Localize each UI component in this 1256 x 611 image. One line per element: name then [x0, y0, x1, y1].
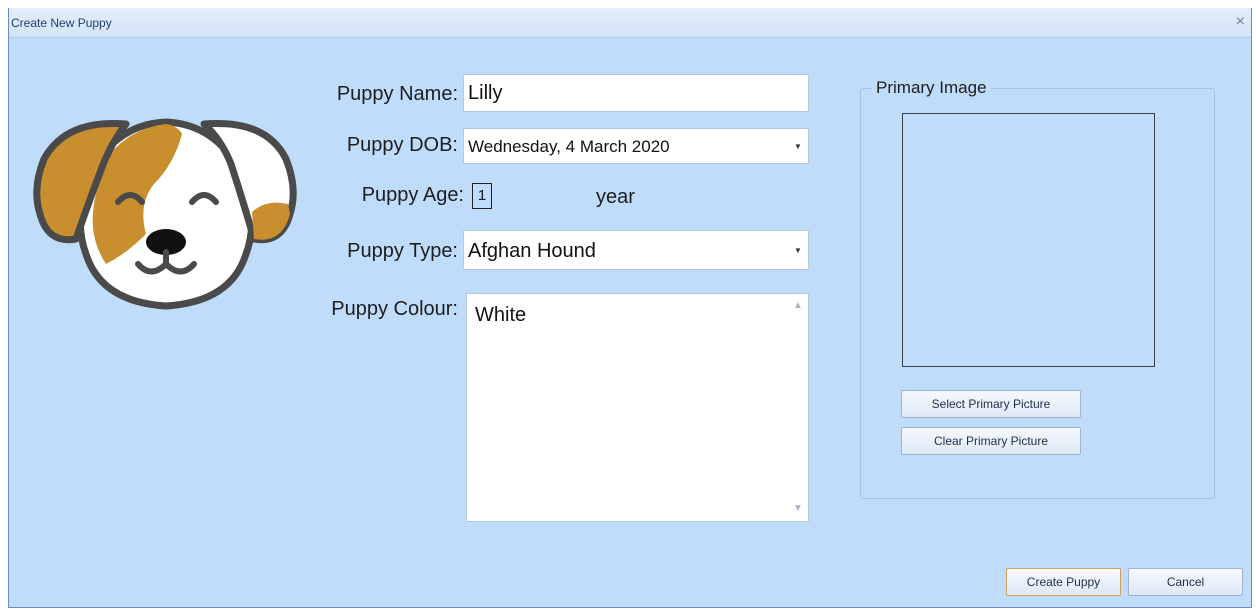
create-puppy-button[interactable]: Create Puppy [1006, 568, 1121, 596]
primary-image-frame [902, 113, 1155, 367]
title-bar: Create New Puppy × [9, 8, 1251, 38]
scroll-up-icon[interactable]: ▲ [792, 300, 804, 312]
puppy-name-input[interactable]: Lilly [463, 74, 809, 112]
type-value: Afghan Hound [468, 240, 596, 262]
puppy-type-select[interactable]: Afghan Hound ▼ [463, 230, 809, 270]
cancel-button[interactable]: Cancel [1128, 568, 1243, 596]
puppy-age-label: Puppy Age: [361, 184, 464, 206]
window-title: Create New Puppy [11, 16, 112, 30]
close-icon[interactable]: × [1236, 12, 1245, 32]
chevron-down-icon[interactable]: ▼ [788, 231, 808, 269]
puppy-name-label: Puppy Name: [336, 83, 458, 105]
age-unit-label: year [596, 186, 635, 208]
puppy-colour-textarea[interactable]: White ▲ ▼ [466, 293, 809, 522]
puppy-dob-picker[interactable]: Wednesday, 4 March 2020 ▼ [463, 128, 809, 164]
clear-primary-picture-button[interactable]: Clear Primary Picture [901, 427, 1081, 455]
chevron-down-icon[interactable]: ▼ [788, 129, 808, 163]
primary-image-group-title: Primary Image [872, 78, 991, 98]
colour-value: White [475, 304, 527, 326]
puppy-colour-label: Puppy Colour: [331, 298, 458, 320]
scroll-down-icon[interactable]: ▼ [792, 503, 804, 515]
select-primary-picture-button[interactable]: Select Primary Picture [901, 390, 1081, 418]
puppy-type-label: Puppy Type: [347, 240, 458, 262]
puppy-logo-icon [33, 118, 297, 310]
puppy-age-field[interactable]: 1 [472, 183, 492, 209]
dob-value: Wednesday, 4 March 2020 [468, 137, 670, 156]
puppy-dob-label: Puppy DOB: [346, 134, 458, 156]
